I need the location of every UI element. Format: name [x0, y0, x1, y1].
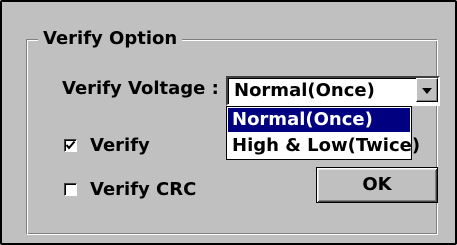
dropdown-button[interactable]: [416, 78, 438, 102]
verify-checkbox-label: Verify: [90, 135, 150, 156]
verify-crc-checkbox-label: Verify CRC: [90, 179, 197, 200]
group-title: Verify Option: [38, 27, 183, 51]
verify-voltage-value: Normal(Once): [234, 80, 375, 101]
verify-voltage-label: Verify Voltage :: [62, 78, 219, 99]
verify-crc-checkbox[interactable]: [64, 183, 77, 196]
dropdown-option-normal-once[interactable]: Normal(Once): [228, 108, 410, 132]
verify-voltage-combobox[interactable]: Normal(Once): [226, 76, 440, 106]
verify-checkbox[interactable]: [64, 139, 77, 152]
ok-button[interactable]: OK: [316, 167, 438, 203]
chevron-down-icon: [422, 88, 432, 94]
verify-option-dialog: Verify Option Verify Voltage : Normal(On…: [0, 0, 457, 245]
dropdown-option-high-low-twice[interactable]: High & Low(Twice): [228, 134, 420, 158]
checkmark-icon: [65, 140, 76, 150]
verify-voltage-dropdown-list: Normal(Once) High & Low(Twice): [226, 106, 420, 160]
